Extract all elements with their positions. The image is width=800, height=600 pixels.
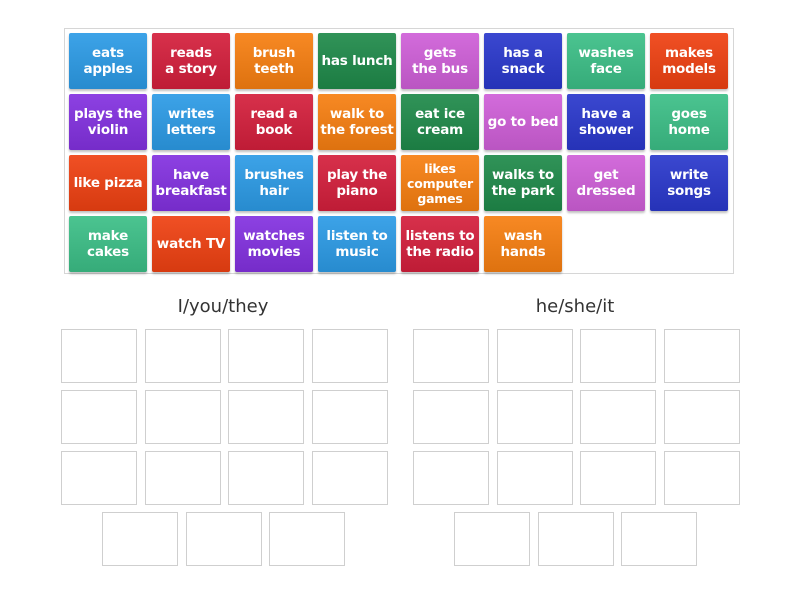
word-tile[interactable]: like pizza (69, 155, 147, 211)
drop-slot-he-she-it[interactable] (580, 329, 656, 383)
tile-pool: eats apples reads a story brush teeth has l… (64, 28, 734, 274)
drop-slot-he-she-it[interactable] (663, 329, 740, 383)
word-tile[interactable]: have breakfast (152, 155, 230, 211)
drop-slot-he-she-it[interactable] (413, 329, 489, 383)
word-tile[interactable]: plays the violin (69, 94, 147, 150)
drop-slot-he-she-it[interactable] (663, 451, 740, 505)
word-tile[interactable]: read a book (235, 94, 313, 150)
word-tile[interactable]: wash hands (484, 216, 562, 272)
drop-slot-i-you-they[interactable] (144, 451, 221, 505)
word-tile[interactable]: have a shower (567, 94, 645, 150)
word-tile[interactable]: goes home (650, 94, 728, 150)
drop-slot-i-you-they[interactable] (61, 329, 137, 383)
word-tile[interactable]: walk to the forest (318, 94, 396, 150)
word-tile[interactable]: watch TV (152, 216, 230, 272)
drop-slot-i-you-they[interactable] (185, 512, 262, 566)
drop-slot-i-you-they[interactable] (61, 390, 137, 444)
word-tile[interactable]: write songs (650, 155, 728, 211)
drop-slot-i-you-they[interactable] (311, 390, 388, 444)
word-tile[interactable]: gets the bus (401, 33, 479, 89)
word-tile[interactable]: play the piano (318, 155, 396, 211)
drop-slot-he-she-it[interactable] (663, 390, 740, 444)
drop-slot-i-you-they[interactable] (102, 512, 178, 566)
drop-slot-i-you-they[interactable] (228, 390, 304, 444)
word-tile[interactable]: has a snack (484, 33, 562, 89)
drop-slot-he-she-it[interactable] (413, 451, 489, 505)
drop-slot-he-she-it[interactable] (621, 512, 697, 566)
word-tile[interactable]: listens to the radio (401, 216, 479, 272)
word-tile[interactable]: likes computer games (401, 155, 479, 211)
drop-slot-he-she-it[interactable] (496, 451, 573, 505)
word-tile[interactable]: washes face (567, 33, 645, 89)
word-tile[interactable]: make cakes (69, 216, 147, 272)
word-tile[interactable]: get dressed (567, 155, 645, 211)
group-title-i-you-they: I/you/they (177, 296, 269, 317)
drop-slot-i-you-they[interactable] (311, 451, 388, 505)
word-tile[interactable]: reads a story (152, 33, 230, 89)
word-tile[interactable]: walks to the park (484, 155, 562, 211)
drop-slot-he-she-it[interactable] (496, 390, 573, 444)
word-tile[interactable]: makes models (650, 33, 728, 89)
word-tile[interactable]: writes letters (152, 94, 230, 150)
drop-slot-i-you-they[interactable] (311, 329, 388, 383)
word-tile[interactable]: brushes hair (235, 155, 313, 211)
drop-slot-i-you-they[interactable] (61, 451, 137, 505)
word-tile[interactable]: eats apples (69, 33, 147, 89)
drop-slot-he-she-it[interactable] (537, 512, 614, 566)
drop-slot-i-you-they[interactable] (269, 512, 345, 566)
word-tile[interactable]: watches movies (235, 216, 313, 272)
word-tile[interactable]: has lunch (318, 33, 396, 89)
word-tile[interactable]: go to bed (484, 94, 562, 150)
drop-slot-he-she-it[interactable] (580, 451, 656, 505)
drop-slot-he-she-it[interactable] (580, 390, 656, 444)
drop-slot-he-she-it[interactable] (496, 329, 573, 383)
drop-slot-i-you-they[interactable] (228, 451, 304, 505)
word-tile[interactable]: brush teeth (235, 33, 313, 89)
drop-slot-i-you-they[interactable] (144, 390, 221, 444)
word-tile[interactable]: listen to music (318, 216, 396, 272)
drop-slot-he-she-it[interactable] (413, 390, 489, 444)
group-title-he-she-it: he/she/it (535, 296, 615, 317)
drop-slot-i-you-they[interactable] (144, 329, 221, 383)
word-tile[interactable]: eat ice cream (401, 94, 479, 150)
drop-slot-he-she-it[interactable] (454, 512, 530, 566)
drop-slot-i-you-they[interactable] (228, 329, 304, 383)
